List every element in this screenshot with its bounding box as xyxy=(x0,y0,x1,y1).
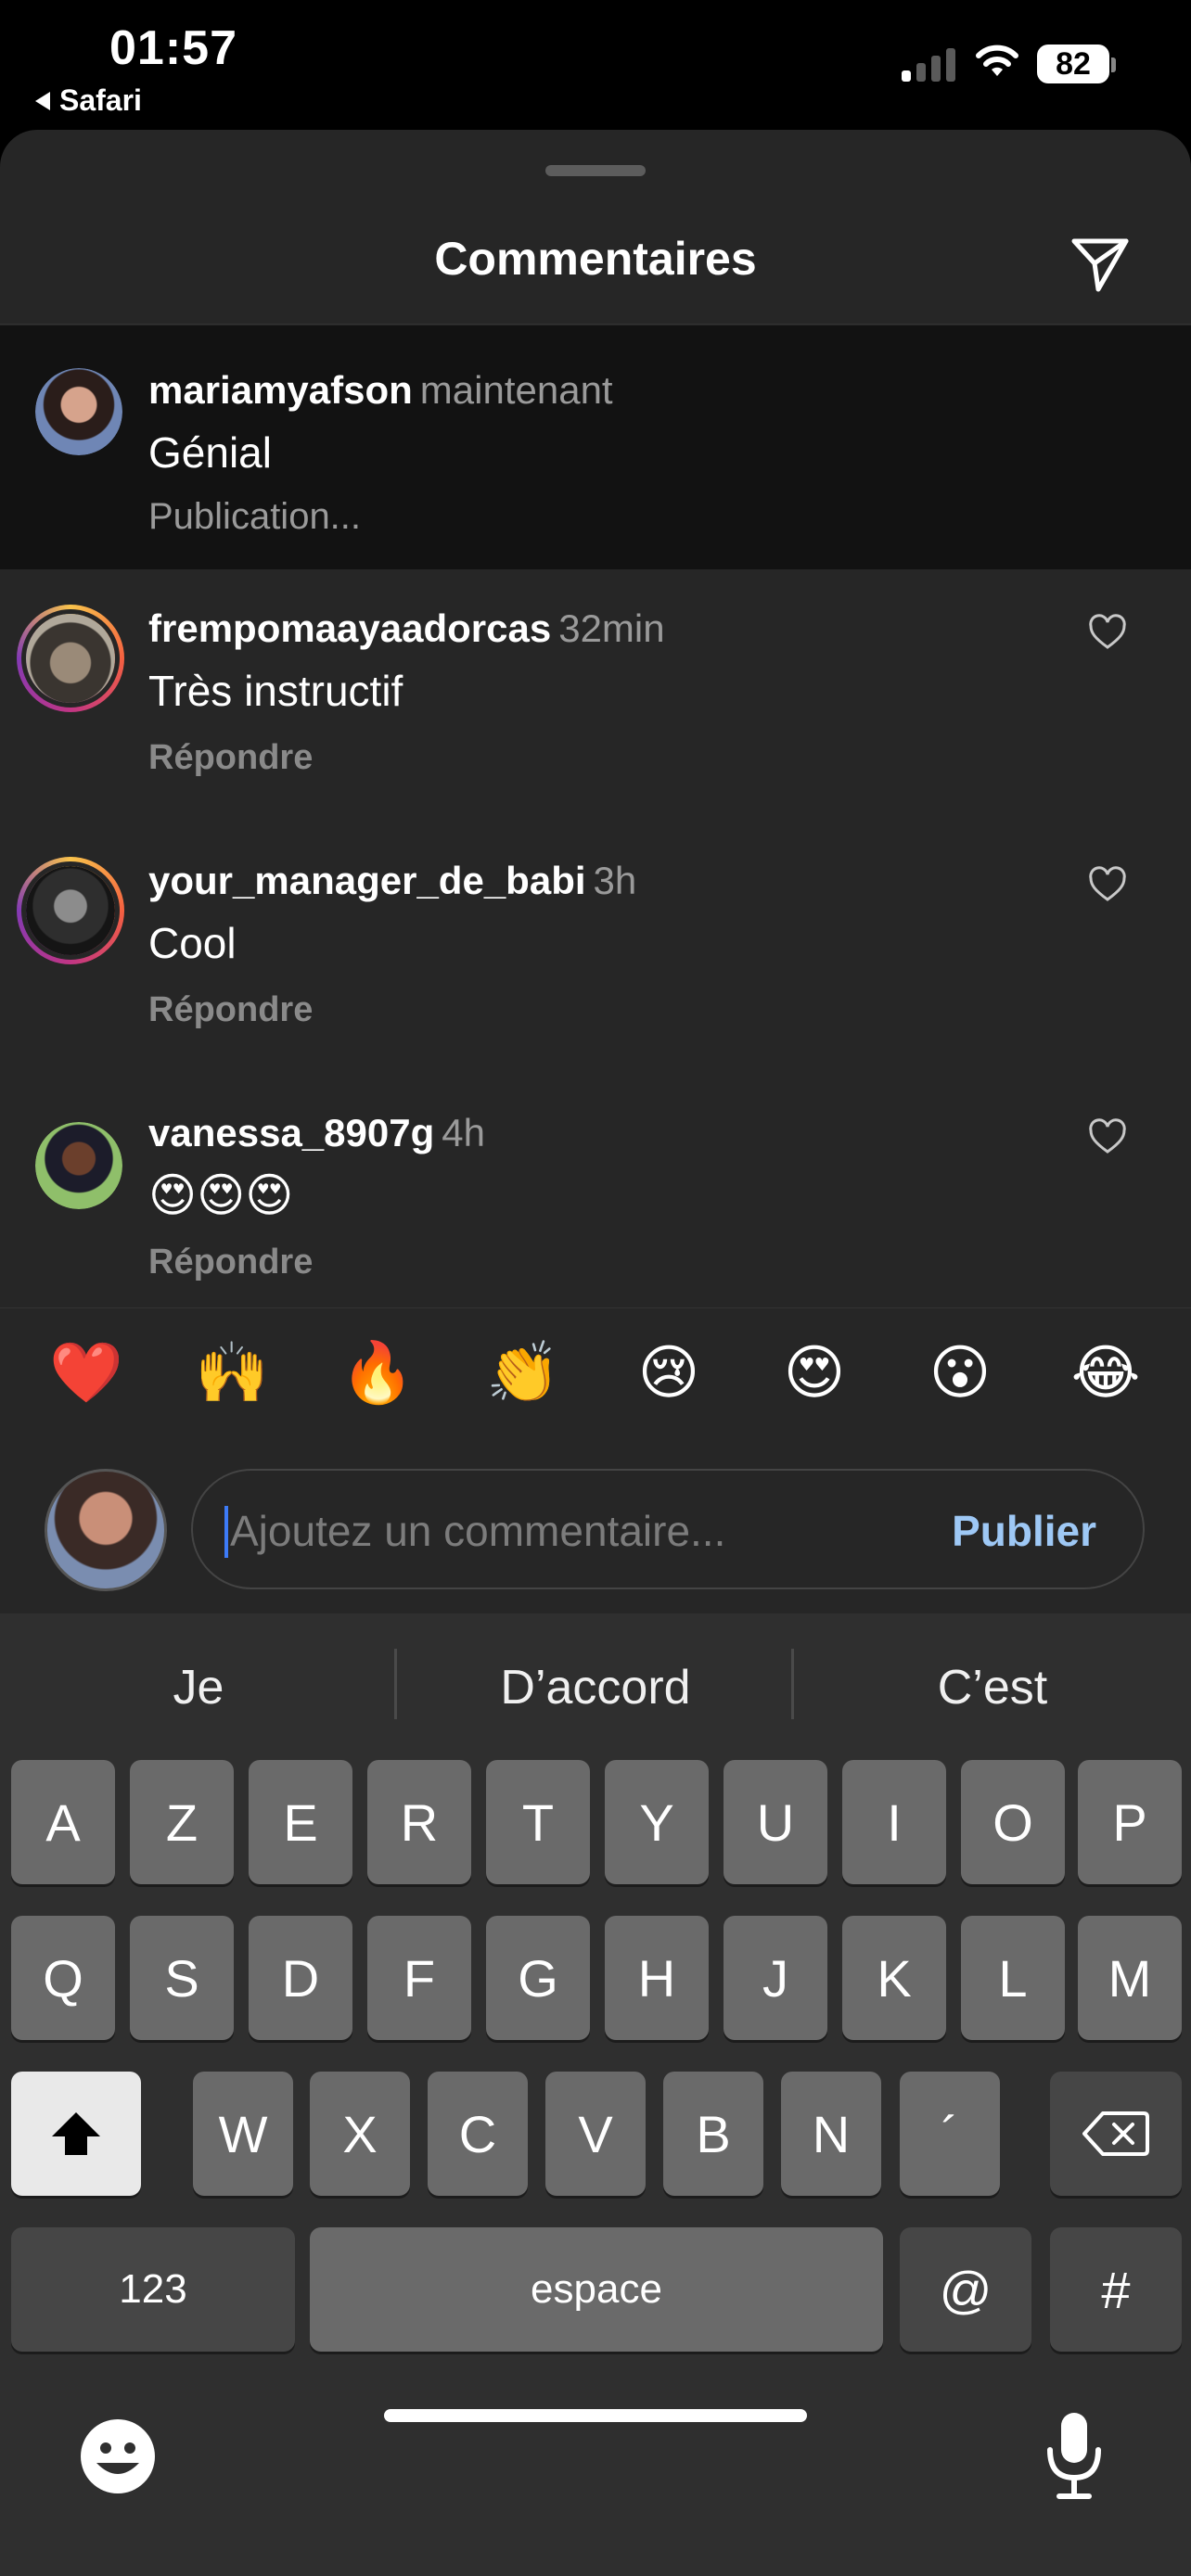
status-bar: 01:57 Safari 82 xyxy=(0,0,1191,130)
reaction-heart-eyes[interactable]: 😍 xyxy=(777,1336,852,1410)
key-s[interactable]: S xyxy=(130,1916,234,2040)
key-y[interactable]: Y xyxy=(605,1760,709,1884)
suggestion-1[interactable]: Je xyxy=(0,1660,397,1715)
key-a[interactable]: A xyxy=(11,1760,115,1884)
current-user-avatar xyxy=(45,1469,167,1591)
comment-username[interactable]: frempomaayaadorcas xyxy=(148,606,551,650)
cellular-signal-icon xyxy=(902,48,955,82)
key-t[interactable]: T xyxy=(486,1760,590,1884)
sheet-title: Commentaires xyxy=(434,233,757,285)
back-app-label: Safari xyxy=(59,83,142,117)
key-n[interactable]: N xyxy=(781,2072,881,2196)
key-z[interactable]: Z xyxy=(130,1760,234,1884)
comment-input[interactable]: Ajoutez un commentaire... Publier xyxy=(191,1469,1145,1589)
sheet-grabber[interactable] xyxy=(545,165,646,176)
key-q[interactable]: Q xyxy=(11,1916,115,2040)
key-w[interactable]: W xyxy=(193,2072,293,2196)
reply-button[interactable]: Répondre xyxy=(148,1243,313,1282)
key-i[interactable]: I xyxy=(842,1760,946,1884)
reaction-laughing[interactable]: 😂 xyxy=(1069,1336,1143,1410)
heart-icon[interactable] xyxy=(1087,1118,1128,1155)
key-o[interactable]: O xyxy=(961,1760,1065,1884)
key-u[interactable]: U xyxy=(724,1760,827,1884)
reaction-surprised[interactable]: 😮 xyxy=(923,1336,997,1410)
key-c[interactable]: C xyxy=(428,2072,528,2196)
comment-item[interactable]: vanessa_8907g 4h 😍😍😍 Répondre xyxy=(0,1074,1191,1307)
microphone-icon[interactable] xyxy=(1043,2409,1106,2502)
key-f[interactable]: F xyxy=(367,1916,471,2040)
key-r[interactable]: R xyxy=(367,1760,471,1884)
sheet-header: Commentaires xyxy=(0,185,1191,325)
shift-arrow-icon xyxy=(52,2112,100,2155)
battery-level: 82 xyxy=(1037,45,1109,83)
comment-text: Cool xyxy=(148,919,237,967)
heart-icon[interactable] xyxy=(1087,614,1128,651)
comments-sheet: Commentaires mariamyafson maintenant Géni… xyxy=(0,130,1191,2576)
key-d[interactable]: D xyxy=(249,1916,352,2040)
publish-button[interactable]: Publier xyxy=(952,1506,1096,1556)
reaction-crying[interactable]: 😢 xyxy=(632,1336,706,1410)
comment-time: 3h xyxy=(593,859,637,902)
shift-key[interactable] xyxy=(11,2072,141,2196)
back-arrow-icon xyxy=(35,91,50,110)
reply-button[interactable]: Répondre xyxy=(148,738,313,778)
avatar[interactable] xyxy=(35,368,122,455)
space-key[interactable]: espace xyxy=(310,2227,883,2352)
text-caret xyxy=(224,1506,228,1558)
key-x[interactable]: X xyxy=(310,2072,410,2196)
comment-text: Très instructif xyxy=(148,667,403,715)
reaction-heart[interactable]: ❤️ xyxy=(49,1336,123,1410)
key-b[interactable]: B xyxy=(663,2072,763,2196)
key-j[interactable]: J xyxy=(724,1916,827,2040)
at-key[interactable]: @ xyxy=(900,2227,1031,2352)
keyboard: Je D’accord C’est A Z E R T Y U I O P Q … xyxy=(0,1613,1191,2576)
comment-text: Génial xyxy=(148,428,272,477)
delete-key[interactable] xyxy=(1050,2072,1182,2196)
comment-item[interactable]: mariamyafson maintenant Génial Publicatio… xyxy=(0,325,1191,569)
status-time: 01:57 xyxy=(109,21,237,75)
comment-text: 😍😍😍 xyxy=(148,1168,294,1222)
quick-reactions-bar: ❤️ 🙌 🔥 👏 😢 😍 😮 😂 xyxy=(0,1307,1191,1428)
avatar[interactable] xyxy=(17,857,124,964)
hash-key[interactable]: # xyxy=(1050,2227,1182,2352)
heart-icon[interactable] xyxy=(1087,866,1128,903)
suggestion-3[interactable]: C’est xyxy=(794,1660,1191,1715)
comment-composer: Ajoutez un commentaire... Publier xyxy=(0,1428,1191,1613)
back-to-safari[interactable]: Safari xyxy=(35,83,142,118)
comment-time: maintenant xyxy=(419,368,613,412)
key-h[interactable]: H xyxy=(605,1916,709,2040)
comment-time: 4h xyxy=(442,1111,485,1154)
comment-item[interactable]: your_manager_de_babi 3h Cool Répondre xyxy=(0,822,1191,1074)
home-indicator[interactable] xyxy=(384,2409,807,2422)
key-k[interactable]: K xyxy=(842,1916,946,2040)
posting-status: Publication... xyxy=(148,496,362,537)
reply-button[interactable]: Répondre xyxy=(148,990,313,1030)
comment-username[interactable]: your_manager_de_babi xyxy=(148,859,586,902)
avatar[interactable] xyxy=(35,1122,122,1209)
reaction-fire[interactable]: 🔥 xyxy=(340,1336,415,1410)
wifi-icon xyxy=(976,45,1018,76)
key-p[interactable]: P xyxy=(1078,1760,1182,1884)
key-l[interactable]: L xyxy=(961,1916,1065,2040)
key-e[interactable]: E xyxy=(249,1760,352,1884)
reaction-clapping[interactable]: 👏 xyxy=(486,1336,560,1410)
comment-time: 32min xyxy=(558,606,665,650)
key-acute-accent[interactable]: ´ xyxy=(900,2072,1000,2196)
battery-tip xyxy=(1111,57,1116,72)
comment-item[interactable]: frempomaayaadorcas 32min Très instructif … xyxy=(0,569,1191,822)
key-g[interactable]: G xyxy=(486,1916,590,2040)
comment-placeholder: Ajoutez un commentaire... xyxy=(230,1507,726,1555)
key-m[interactable]: M xyxy=(1078,1916,1182,2040)
comment-username[interactable]: vanessa_8907g xyxy=(148,1111,434,1154)
backspace-icon xyxy=(1082,2111,1149,2156)
numbers-key[interactable]: 123 xyxy=(11,2227,295,2352)
send-icon[interactable] xyxy=(1067,230,1133,297)
reaction-raising-hands[interactable]: 🙌 xyxy=(195,1336,269,1410)
emoji-keyboard-icon[interactable] xyxy=(78,2417,158,2496)
suggestion-2[interactable]: D’accord xyxy=(397,1660,794,1715)
comment-username[interactable]: mariamyafson xyxy=(148,368,413,412)
key-v[interactable]: V xyxy=(545,2072,646,2196)
avatar[interactable] xyxy=(17,605,124,712)
predictive-bar: Je D’accord C’est xyxy=(0,1613,1191,1753)
